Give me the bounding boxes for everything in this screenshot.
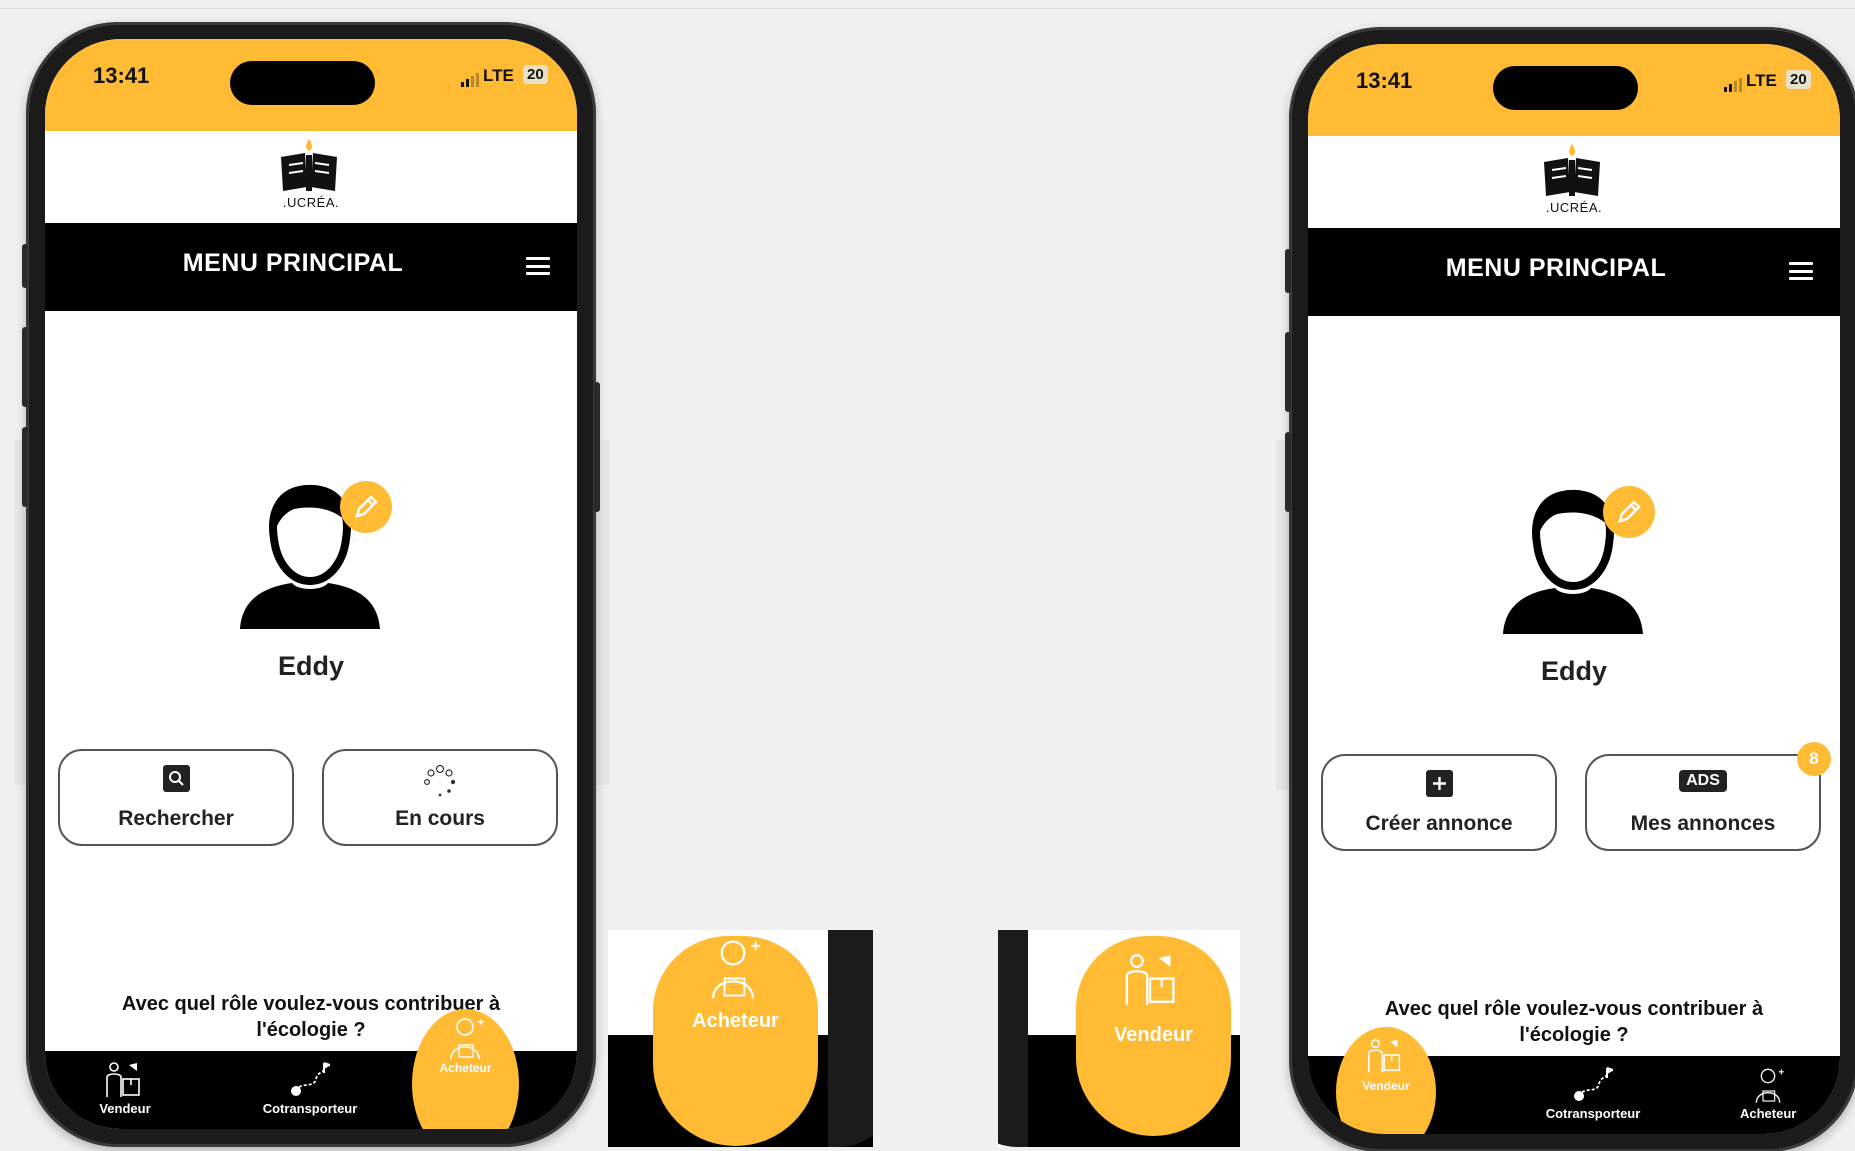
app-screen: 13:41 LTE 20 .UCRÉA. MENU PRINCIPAL Eddy…: [45, 39, 577, 1129]
phone-mockup-left: 13:41 LTE 20 .UCRÉA. MENU PRINCIPAL Eddy…: [22, 22, 600, 1147]
nav-label-acheteur: Acheteur: [1740, 1106, 1797, 1121]
user-name: Eddy: [1540, 656, 1607, 686]
hamburger-menu-icon[interactable]: [1789, 262, 1813, 280]
nav-item-cotransporteur[interactable]: Cotransporteur: [235, 1051, 385, 1129]
logo-text: .UCRÉA.: [1545, 200, 1603, 215]
in-progress-button[interactable]: En cours: [322, 749, 558, 846]
ucrea-logo-icon: [281, 139, 337, 191]
zoom-detail-vendeur: Vendeur: [998, 930, 1240, 1147]
loading-icon: [423, 765, 456, 797]
nav-label-vendeur: Vendeur: [99, 1101, 151, 1116]
status-bar: 13:41 LTE 20: [45, 39, 577, 131]
app-logo: .UCRÉA.: [45, 131, 577, 223]
edit-profile-icon[interactable]: [340, 481, 392, 533]
dynamic-island: [230, 61, 375, 105]
zoom-detail-acheteur: Acheteur: [608, 930, 873, 1147]
phone-volume-down: [22, 427, 28, 507]
nav-label-vendeur: Vendeur: [1362, 1079, 1410, 1093]
ads-count-badge: 8: [1797, 742, 1831, 776]
plus-icon: [1425, 770, 1453, 797]
zoom-vendeur-bubble[interactable]: Vendeur: [1076, 936, 1231, 1136]
app-logo: .UCRÉA.: [1308, 136, 1840, 228]
route-icon: [291, 1062, 330, 1096]
nav-item-vendeur[interactable]: Vendeur: [50, 1051, 200, 1129]
logo-text: .UCRÉA.: [282, 195, 340, 210]
in-progress-button-label: En cours: [395, 807, 485, 830]
buyer-icon: [712, 940, 760, 999]
status-time: 13:41: [93, 63, 150, 88]
app-screen: 13:41 LTE 20 .UCRÉA. MENU PRINCIPAL Eddy…: [1308, 44, 1840, 1134]
zoom-vendeur-label: Vendeur: [1114, 1024, 1193, 1046]
seller-icon: [1125, 954, 1175, 1005]
phone-side-button: [22, 244, 28, 288]
signal-icon: [461, 73, 479, 87]
search-button[interactable]: Rechercher: [58, 749, 294, 846]
create-ad-button[interactable]: Créer annonce: [1321, 754, 1557, 851]
ads-icon: ADS: [1679, 770, 1727, 792]
zoom-acheteur-label: Acheteur: [692, 1010, 779, 1032]
nav-label-cotransporteur: Cotransporteur: [262, 1101, 358, 1116]
my-ads-button[interactable]: ADS Mes annonces 8: [1585, 742, 1831, 851]
route-icon: [1574, 1067, 1613, 1101]
edit-profile-icon[interactable]: [1603, 486, 1655, 538]
status-time: 13:41: [1356, 68, 1413, 93]
ucrea-logo-icon: [1544, 144, 1600, 196]
phone-mockup-right: 13:41 LTE 20 .UCRÉA. MENU PRINCIPAL Eddy…: [1285, 27, 1855, 1151]
status-bar: 13:41 LTE 20: [1308, 44, 1840, 136]
buyer-icon: [1755, 1068, 1784, 1103]
user-name: Eddy: [277, 651, 344, 681]
nav-item-cotransporteur[interactable]: Cotransporteur: [1518, 1056, 1668, 1134]
page-title: MENU PRINCIPAL: [1445, 254, 1667, 282]
zoom-phone-edge: [998, 930, 1028, 1147]
search-icon: [162, 765, 190, 792]
seller-icon: [106, 1062, 140, 1097]
page-title: MENU PRINCIPAL: [182, 249, 404, 277]
network-label: LTE: [483, 66, 514, 85]
nav-item-acheteur[interactable]: Acheteur: [1708, 1056, 1828, 1134]
phone-volume-up: [22, 327, 28, 407]
dynamic-island: [1493, 66, 1638, 110]
top-divider: [0, 8, 1855, 9]
my-ads-button-label: Mes annonces: [1630, 812, 1776, 835]
mockup-canvas: 13:41 LTE 20 .UCRÉA. MENU PRINCIPAL Eddy…: [0, 0, 1855, 1151]
menu-header: MENU PRINCIPAL: [1308, 228, 1840, 316]
create-ad-button-label: Créer annonce: [1365, 812, 1513, 835]
nav-label-acheteur: Acheteur: [439, 1061, 492, 1075]
phone-power-button: [594, 382, 600, 512]
phone-volume-up: [1285, 332, 1291, 412]
phone-volume-down: [1285, 432, 1291, 512]
search-button-label: Rechercher: [118, 807, 234, 830]
menu-header: MENU PRINCIPAL: [45, 223, 577, 311]
battery-indicator: 20: [1786, 70, 1811, 89]
signal-icon: [1724, 78, 1742, 92]
network-label: LTE: [1746, 71, 1777, 90]
seller-icon: [1368, 1039, 1401, 1073]
phone-side-button: [1285, 249, 1291, 293]
hamburger-menu-icon[interactable]: [526, 257, 550, 275]
nav-label-cotransporteur: Cotransporteur: [1545, 1106, 1641, 1121]
battery-indicator: 20: [523, 65, 548, 84]
buyer-icon: [450, 1018, 484, 1060]
zoom-phone-edge: [828, 930, 873, 1147]
zoom-acheteur-bubble[interactable]: Acheteur: [653, 936, 818, 1146]
